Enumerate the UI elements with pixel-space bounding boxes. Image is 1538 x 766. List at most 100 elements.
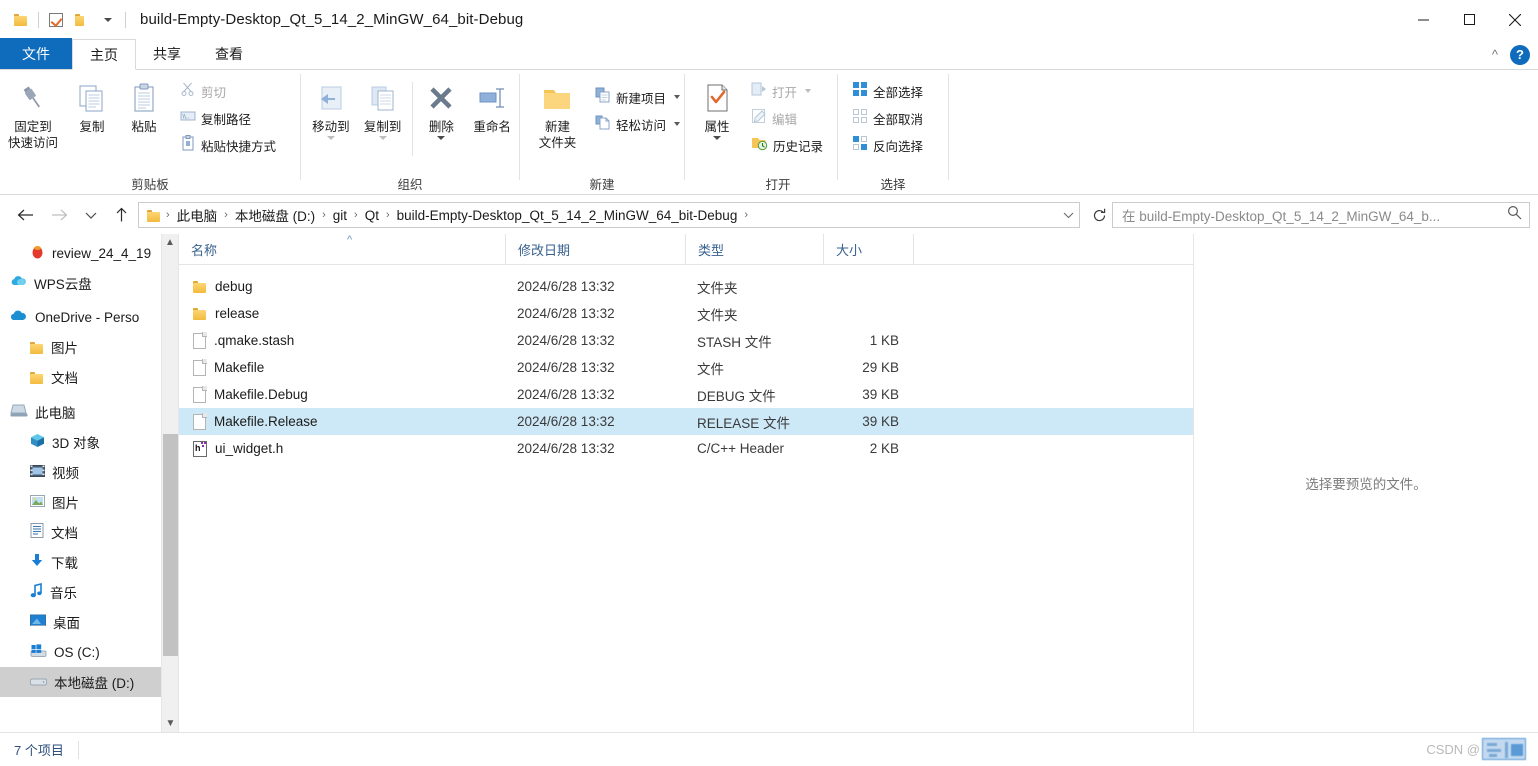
breadcrumb-item-qt[interactable]: Qt — [361, 206, 383, 225]
copy-to-button[interactable]: 复制到 — [357, 76, 409, 140]
recent-locations-button[interactable] — [78, 202, 104, 228]
close-button[interactable] — [1492, 0, 1538, 39]
file-icon — [193, 385, 207, 403]
tab-view[interactable]: 查看 — [198, 38, 260, 69]
minimize-button[interactable] — [1400, 0, 1446, 39]
checkbox-properties-icon[interactable] — [43, 7, 69, 33]
edit-button[interactable]: 编辑 — [747, 105, 827, 131]
sidebar-item-wps-cloud[interactable]: WPS云盘 — [0, 268, 178, 298]
sidebar-item-videos[interactable]: 视频 — [0, 457, 178, 487]
up-button[interactable] — [108, 202, 134, 228]
chevron-down-icon[interactable] — [378, 136, 387, 140]
chevron-down-icon[interactable] — [674, 95, 680, 99]
chevron-down-icon[interactable] — [674, 122, 680, 126]
breadcrumb-separator: › — [224, 209, 228, 221]
file-type: DEBUG 文件 — [697, 388, 776, 404]
column-header-type[interactable]: 类型 — [685, 233, 823, 265]
onedrive-icon — [10, 308, 28, 326]
sidebar-item-desktop[interactable]: 桌面 — [0, 607, 178, 637]
forward-button[interactable] — [46, 202, 72, 228]
breadcrumb-item-current[interactable]: build-Empty-Desktop_Qt_5_14_2_MinGW_64_b… — [393, 206, 742, 225]
new-item-button[interactable]: 新建项目 — [591, 84, 684, 110]
scrollbar-thumb[interactable] — [163, 434, 178, 656]
chevron-down-icon[interactable] — [95, 7, 121, 33]
documents-icon — [30, 523, 44, 541]
rename-button[interactable]: 重命名 — [465, 76, 519, 135]
tab-file[interactable]: 文件 — [0, 38, 72, 69]
folder-icon[interactable] — [8, 7, 34, 33]
music-icon — [30, 582, 43, 601]
invert-selection-button[interactable]: 反向选择 — [848, 132, 927, 158]
sidebar-item-onedrive-pictures[interactable]: 图片 — [0, 332, 178, 362]
tab-share[interactable]: 共享 — [136, 38, 198, 69]
delete-label: 删除 — [428, 120, 454, 134]
paste-button[interactable]: 粘贴 — [118, 76, 170, 135]
pin-to-quick-access-button[interactable]: 固定到 快速访问 — [0, 76, 66, 151]
breadcrumb-item-local-disk-d[interactable]: 本地磁盘 (D:) — [231, 203, 319, 227]
chevron-up-icon[interactable]: ^ — [1492, 47, 1498, 62]
back-button[interactable] — [12, 202, 38, 228]
maximize-button[interactable] — [1446, 0, 1492, 39]
sidebar-item-onedrive-documents[interactable]: 文档 — [0, 362, 178, 392]
chevron-down-icon[interactable] — [437, 136, 446, 140]
new-folder-icon[interactable] — [69, 7, 95, 33]
search-input[interactable]: 在 build-Empty-Desktop_Qt_5_14_2_MinGW_64… — [1122, 205, 1440, 225]
chevron-up-icon[interactable]: ▲ — [162, 234, 178, 251]
paste-shortcut-button[interactable]: 粘贴快捷方式 — [176, 132, 280, 158]
sidebar-item-this-pc[interactable]: 此电脑 — [0, 397, 178, 427]
column-header-date[interactable]: 修改日期 — [505, 233, 685, 265]
column-header-name[interactable]: 名称 ^ — [179, 234, 505, 265]
sidebar-item-downloads[interactable]: 下载 — [0, 547, 178, 577]
breadcrumb-item-this-pc[interactable]: 此电脑 — [173, 203, 222, 227]
properties-button[interactable]: 属性 — [691, 76, 743, 140]
sidebar-item-local-disk-d[interactable]: 本地磁盘 (D:) — [0, 667, 178, 697]
delete-button[interactable]: 删除 — [417, 76, 465, 140]
search-box[interactable]: 在 build-Empty-Desktop_Qt_5_14_2_MinGW_64… — [1112, 202, 1530, 228]
sidebar-item-review[interactable]: review_24_4_19 — [0, 238, 178, 268]
select-none-button[interactable]: 全部取消 — [848, 105, 927, 131]
select-all-button[interactable]: 全部选择 — [848, 78, 927, 104]
cut-button[interactable]: 剪切 — [176, 78, 280, 104]
table-row[interactable]: .qmake.stash 2024/6/28 13:32 STASH 文件 1 … — [179, 327, 1193, 354]
table-row[interactable]: Makefile 2024/6/28 13:32 文件 29 KB — [179, 354, 1193, 381]
copy-path-button[interactable]: \\.. 复制路径 — [176, 105, 280, 131]
this-pc-icon — [10, 403, 28, 421]
breadcrumb-item-git[interactable]: git — [329, 206, 351, 225]
help-button[interactable]: ? — [1510, 44, 1530, 65]
table-row[interactable]: release 2024/6/28 13:32 文件夹 — [179, 300, 1193, 327]
chevron-down-icon[interactable] — [805, 89, 812, 93]
preview-pane: 选择要预览的文件。 — [1193, 234, 1538, 732]
tab-home[interactable]: 主页 — [72, 39, 136, 70]
copy-button[interactable]: 复制 — [66, 76, 118, 135]
new-folder-button[interactable]: 新建 文件夹 — [528, 76, 587, 151]
search-icon[interactable] — [1507, 205, 1522, 225]
sidebar-item-os-c[interactable]: OS (C:) — [0, 637, 178, 667]
sidebar-item-onedrive[interactable]: OneDrive - Perso — [0, 302, 178, 332]
chevron-down-icon[interactable]: ▼ — [162, 715, 178, 732]
column-header-size[interactable]: 大小 — [823, 233, 913, 265]
sidebar-item-3d-objects[interactable]: 3D 对象 — [0, 427, 178, 457]
history-button[interactable]: 历史记录 — [747, 132, 827, 158]
recent-red-icon — [30, 244, 45, 262]
sidebar-item-documents[interactable]: 文档 — [0, 517, 178, 547]
table-row[interactable]: Makefile.Release 2024/6/28 13:32 RELEASE… — [179, 408, 1193, 435]
divider — [77, 740, 79, 759]
folder-icon — [193, 307, 207, 320]
table-row[interactable]: Makefile.Debug 2024/6/28 13:32 DEBUG 文件 … — [179, 381, 1193, 408]
sidebar-item-music[interactable]: 音乐 — [0, 577, 178, 607]
copy-to-label: 复制到 — [363, 120, 402, 134]
file-date: 2024/6/28 13:32 — [517, 333, 615, 348]
table-row[interactable]: debug 2024/6/28 13:32 文件夹 — [179, 273, 1193, 300]
breadcrumb-bar[interactable]: › 此电脑 › 本地磁盘 (D:) › git › Qt › build-Emp… — [138, 202, 1080, 228]
address-dropdown-button[interactable] — [1057, 203, 1079, 227]
easy-access-button[interactable]: 轻松访问 — [591, 111, 684, 137]
navigation-pane-scrollbar[interactable]: ▲ ▼ — [161, 234, 178, 732]
chevron-down-icon[interactable] — [326, 136, 335, 140]
table-row[interactable]: h ui_widget.h 2024/6/28 13:32 C/C++ Head… — [179, 435, 1193, 462]
open-button[interactable]: 打开 — [747, 78, 827, 104]
ribbon-group-label-select: 选择 — [880, 177, 906, 192]
chevron-down-icon[interactable] — [713, 136, 721, 140]
move-to-button[interactable]: 移动到 — [305, 76, 357, 140]
sidebar-item-pictures[interactable]: 图片 — [0, 487, 178, 517]
refresh-button[interactable] — [1086, 203, 1112, 227]
